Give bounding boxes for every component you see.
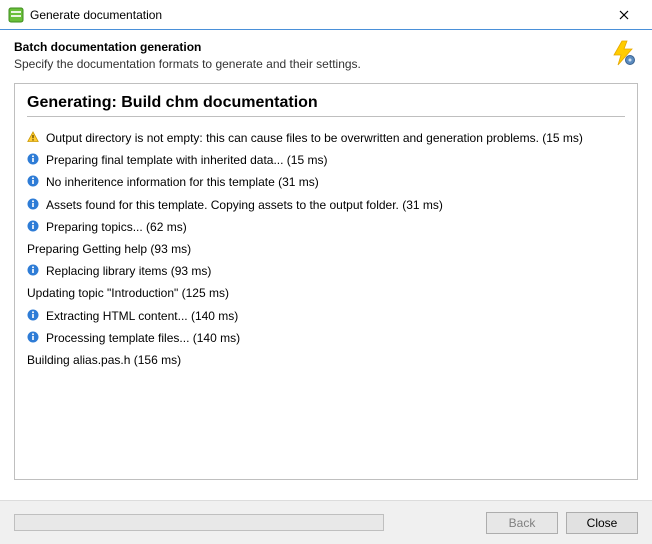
info-icon: [27, 153, 41, 167]
log-row: No inheritence information for this temp…: [27, 171, 625, 193]
titlebar: Generate documentation: [0, 0, 652, 30]
log-row: Assets found for this template. Copying …: [27, 194, 625, 216]
log-row: Preparing topics... (62 ms): [27, 216, 625, 238]
log-text: Preparing final template with inherited …: [46, 152, 625, 168]
log-row: Preparing Getting help (93 ms): [27, 238, 625, 260]
log-row: Building alias.pas.h (156 ms): [27, 349, 625, 371]
log-row: Updating topic "Introduction" (125 ms): [27, 282, 625, 304]
progress-bar: [14, 514, 384, 531]
log-text: Extracting HTML content... (140 ms): [46, 308, 625, 324]
content-panel: Generating: Build chm documentation Outp…: [14, 83, 638, 480]
app-icon: [8, 7, 24, 23]
window-title: Generate documentation: [30, 8, 604, 22]
log-text: Updating topic "Introduction" (125 ms): [27, 285, 625, 301]
log-row: Output directory is not empty: this can …: [27, 127, 625, 149]
section-heading: Generating: Build chm documentation: [27, 94, 625, 117]
warning-icon: [27, 131, 41, 145]
log-row: Extracting HTML content... (140 ms): [27, 305, 625, 327]
log-row: Replacing library items (93 ms): [27, 260, 625, 282]
window-close-button[interactable]: [604, 1, 644, 29]
close-icon: [619, 10, 629, 20]
log-text: Assets found for this template. Copying …: [46, 197, 625, 213]
log-row: Processing template files... (140 ms): [27, 327, 625, 349]
lightning-gear-icon: [610, 40, 636, 66]
header-description: Specify the documentation formats to gen…: [14, 57, 610, 71]
log-text: No inheritence information for this temp…: [46, 174, 625, 190]
close-button[interactable]: Close: [566, 512, 638, 534]
log-text: Output directory is not empty: this can …: [46, 130, 625, 146]
wizard-header: Batch documentation generation Specify t…: [0, 30, 652, 83]
log-text: Building alias.pas.h (156 ms): [27, 352, 625, 368]
info-icon: [27, 198, 41, 212]
log-text: Processing template files... (140 ms): [46, 330, 625, 346]
log-text: Preparing Getting help (93 ms): [27, 241, 625, 257]
header-title: Batch documentation generation: [14, 40, 610, 54]
info-icon: [27, 264, 41, 278]
log-row: Preparing final template with inherited …: [27, 149, 625, 171]
back-button: Back: [486, 512, 558, 534]
info-icon: [27, 331, 41, 345]
log-text: Replacing library items (93 ms): [46, 263, 625, 279]
log-list: Output directory is not empty: this can …: [27, 127, 625, 371]
footer-bar: Back Close: [0, 500, 652, 544]
info-icon: [27, 309, 41, 323]
log-text: Preparing topics... (62 ms): [46, 219, 625, 235]
info-icon: [27, 220, 41, 234]
header-icon: [610, 40, 638, 66]
info-icon: [27, 175, 41, 189]
